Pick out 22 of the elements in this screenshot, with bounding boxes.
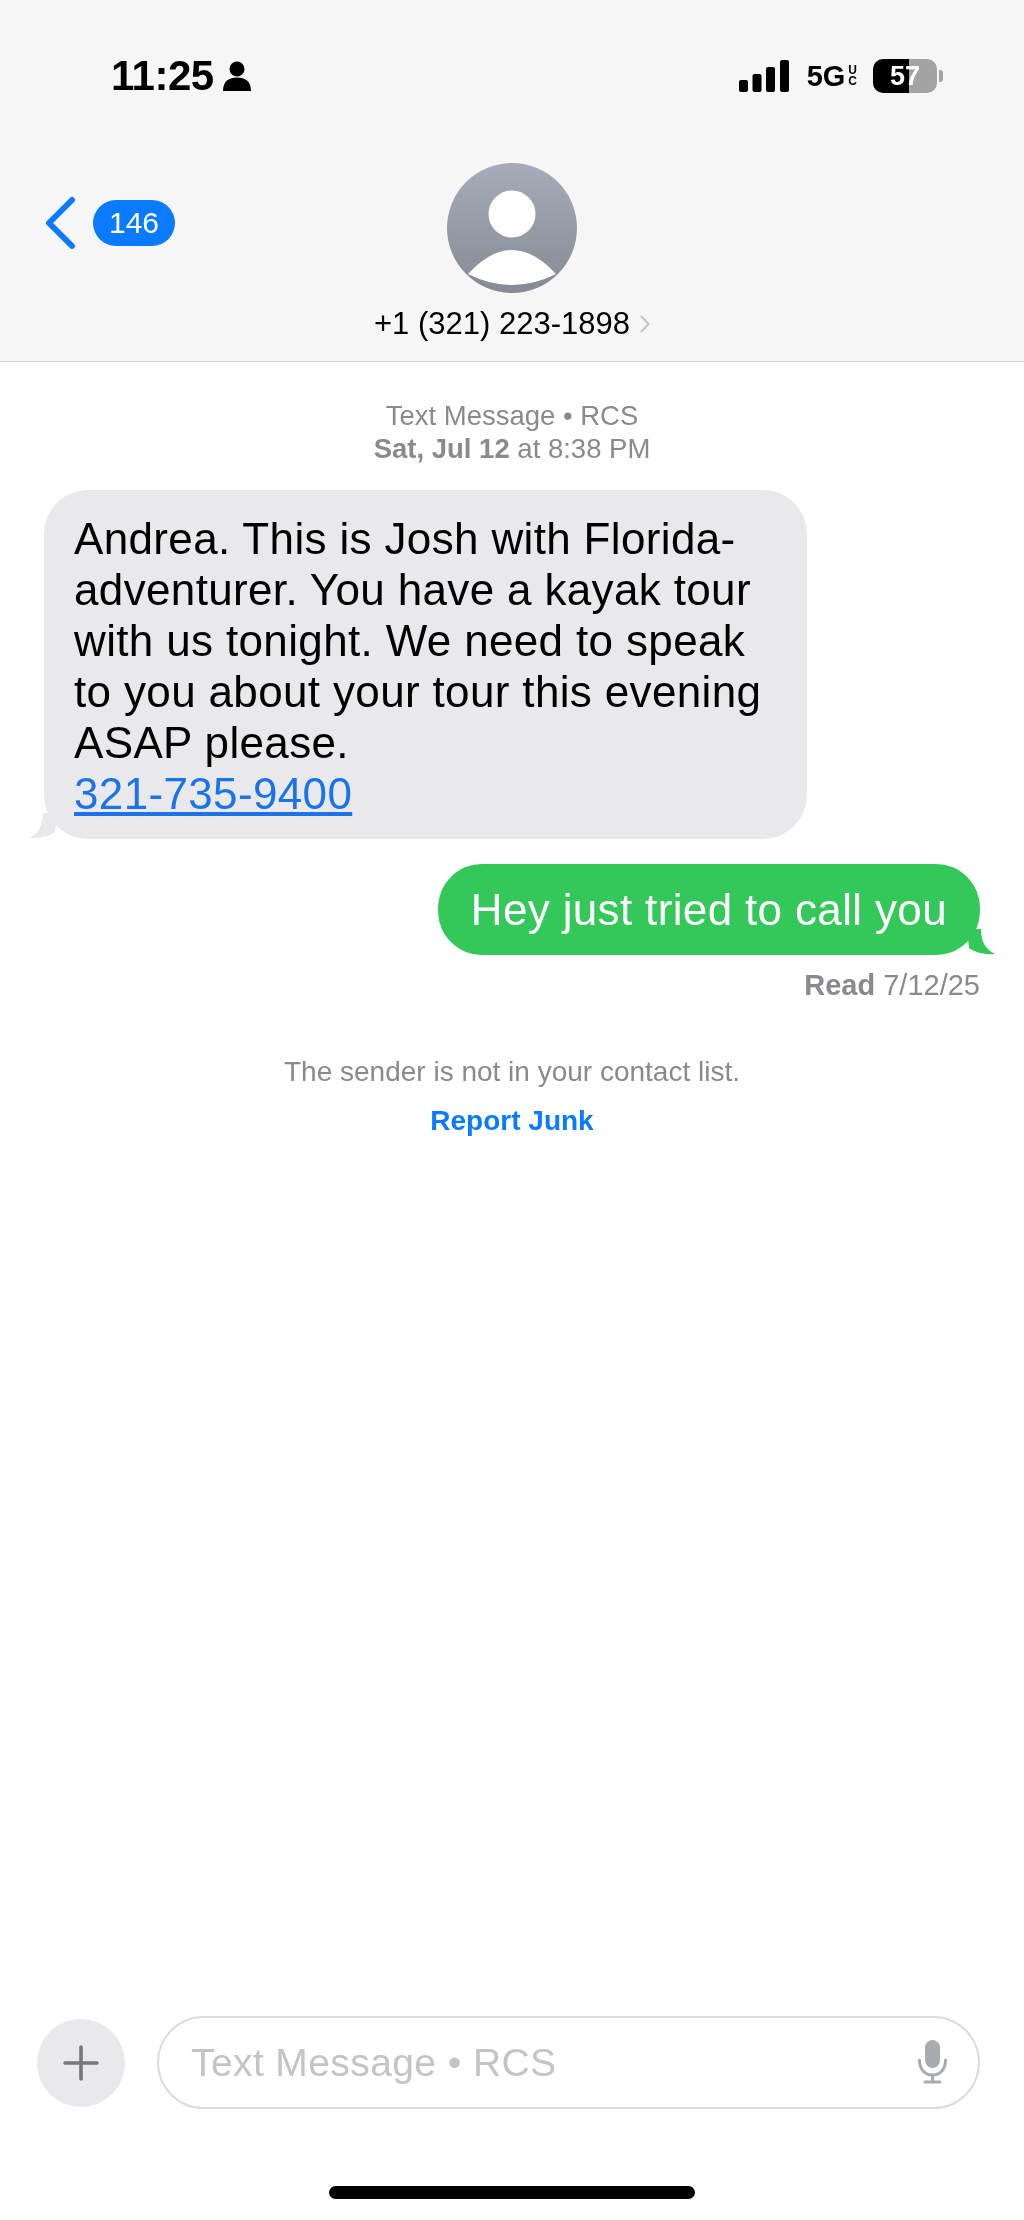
signal-icon [738, 60, 789, 92]
phone-link[interactable]: 321-735-9400 [74, 768, 353, 819]
chevron-icon [639, 315, 650, 333]
message-service-label: Text Message • RCS [385, 399, 639, 432]
contact-name-button[interactable]: +1 (321) 223-1898 [374, 306, 650, 342]
message-input-field[interactable]: Text Message • RCS [157, 2016, 980, 2109]
microphone-icon[interactable] [917, 2040, 948, 2084]
network-label: 5G [806, 60, 846, 92]
status-time: 11:25 [111, 54, 214, 98]
contact-avatar-icon[interactable] [447, 163, 577, 293]
person-icon [221, 61, 252, 91]
report-junk-link[interactable]: Report Junk [430, 1103, 594, 1139]
unread-badge: 146 [93, 200, 176, 246]
network-sublabel: UC [848, 65, 855, 87]
message-text: Hey just tried to call you [470, 885, 947, 934]
message-timestamp: Sat, Jul 12 at 8:38 PM [373, 432, 651, 465]
back-icon [44, 196, 76, 250]
read-receipt: Read 7/12/25 [804, 968, 980, 1003]
plus-icon [63, 2044, 99, 2081]
message-text: Andrea. This is Josh with Florida-adventurer. You have a kayak tour with us tonight. We need to speak to you about your tour this evening ASAP please. [74, 513, 763, 768]
back-button[interactable]: 146 [44, 196, 176, 250]
unknown-sender-notice: The sender is not in your contact list. [284, 1055, 740, 1089]
